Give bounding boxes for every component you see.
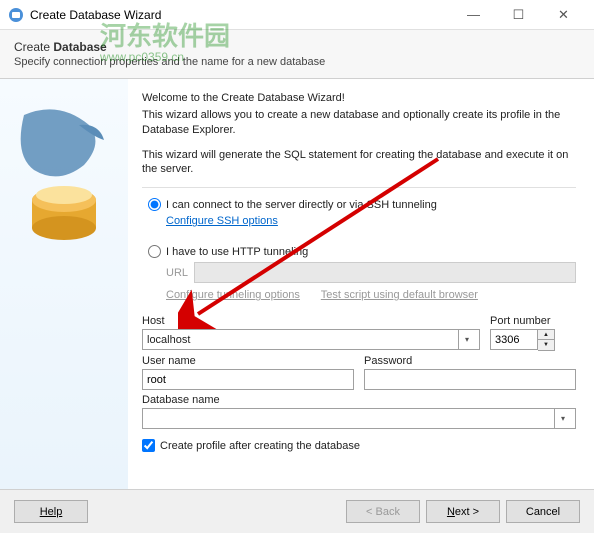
radio-direct[interactable] [148,198,161,211]
sidebar-image [0,79,128,489]
radio-http-row[interactable]: I have to use HTTP tunneling [148,245,576,258]
radio-http-label: I have to use HTTP tunneling [166,246,308,258]
close-button[interactable]: ✕ [541,0,586,30]
chevron-down-icon[interactable]: ▾ [554,409,571,428]
http-links-row: Configure tunneling options Test script … [166,289,576,301]
url-row: URL [166,262,576,283]
wizard-content: Welcome to the Create Database Wizard! T… [128,79,594,489]
test-script-link: Test script using default browser [321,289,478,301]
wizard-header: Create Database Specify connection prope… [0,30,594,79]
intro-line2: This wizard allows you to create a new d… [142,108,576,138]
url-input [194,262,576,283]
connection-form: Host localhost ▾ Port number ▲▼ User [142,315,576,429]
dbname-field: Database name ▾ [142,394,576,429]
password-input[interactable] [364,369,576,390]
radio-direct-label: I can connect to the server directly or … [166,199,437,211]
divider [142,187,576,188]
configure-ssh-link[interactable]: Configure SSH options [166,215,278,227]
minimize-button[interactable]: — [451,0,496,30]
dbname-combo[interactable]: ▾ [142,408,576,429]
create-profile-row[interactable]: Create profile after creating the databa… [142,439,576,452]
cancel-button[interactable]: Cancel [506,500,580,523]
spinner-buttons[interactable]: ▲▼ [538,329,555,351]
configure-tunneling-link: Configure tunneling options [166,289,300,301]
host-label: Host [142,315,480,327]
port-label: Port number [490,315,576,327]
dolphin-db-icon [9,95,119,245]
spin-up-icon[interactable]: ▲ [538,330,554,340]
password-field: Password [364,355,576,390]
intro-line3: This wizard will generate the SQL statem… [142,148,576,178]
port-input[interactable] [490,329,538,350]
next-button[interactable]: Next > [426,500,500,523]
radio-direct-row[interactable]: I can connect to the server directly or … [148,198,576,211]
create-profile-label: Create profile after creating the databa… [160,440,360,452]
radio-http[interactable] [148,245,161,258]
back-button: < Back [346,500,420,523]
username-field: User name [142,355,354,390]
titlebar: Create Database Wizard — ☐ ✕ [0,0,594,30]
intro-line1: Welcome to the Create Database Wizard! [142,91,576,106]
chevron-down-icon[interactable]: ▾ [458,330,475,349]
spin-down-icon[interactable]: ▼ [538,340,554,350]
header-subtitle: Specify connection properties and the na… [14,56,580,68]
maximize-button[interactable]: ☐ [496,0,541,30]
password-label: Password [364,355,576,367]
create-profile-checkbox[interactable] [142,439,155,452]
wizard-footer: Help < Back Next > Cancel [0,489,594,533]
wizard-body: Welcome to the Create Database Wizard! T… [0,79,594,489]
username-label: User name [142,355,354,367]
port-field: Port number ▲▼ [490,315,576,351]
host-value: localhost [147,334,458,346]
url-label: URL [166,267,194,279]
dbname-label: Database name [142,394,576,406]
header-title: Create Database [14,40,580,54]
username-input[interactable] [142,369,354,390]
app-icon [8,7,24,23]
host-field: Host localhost ▾ [142,315,480,351]
window-title: Create Database Wizard [30,8,451,22]
port-spinner[interactable]: ▲▼ [490,329,576,351]
host-combo[interactable]: localhost ▾ [142,329,480,350]
help-button[interactable]: Help [14,500,88,523]
